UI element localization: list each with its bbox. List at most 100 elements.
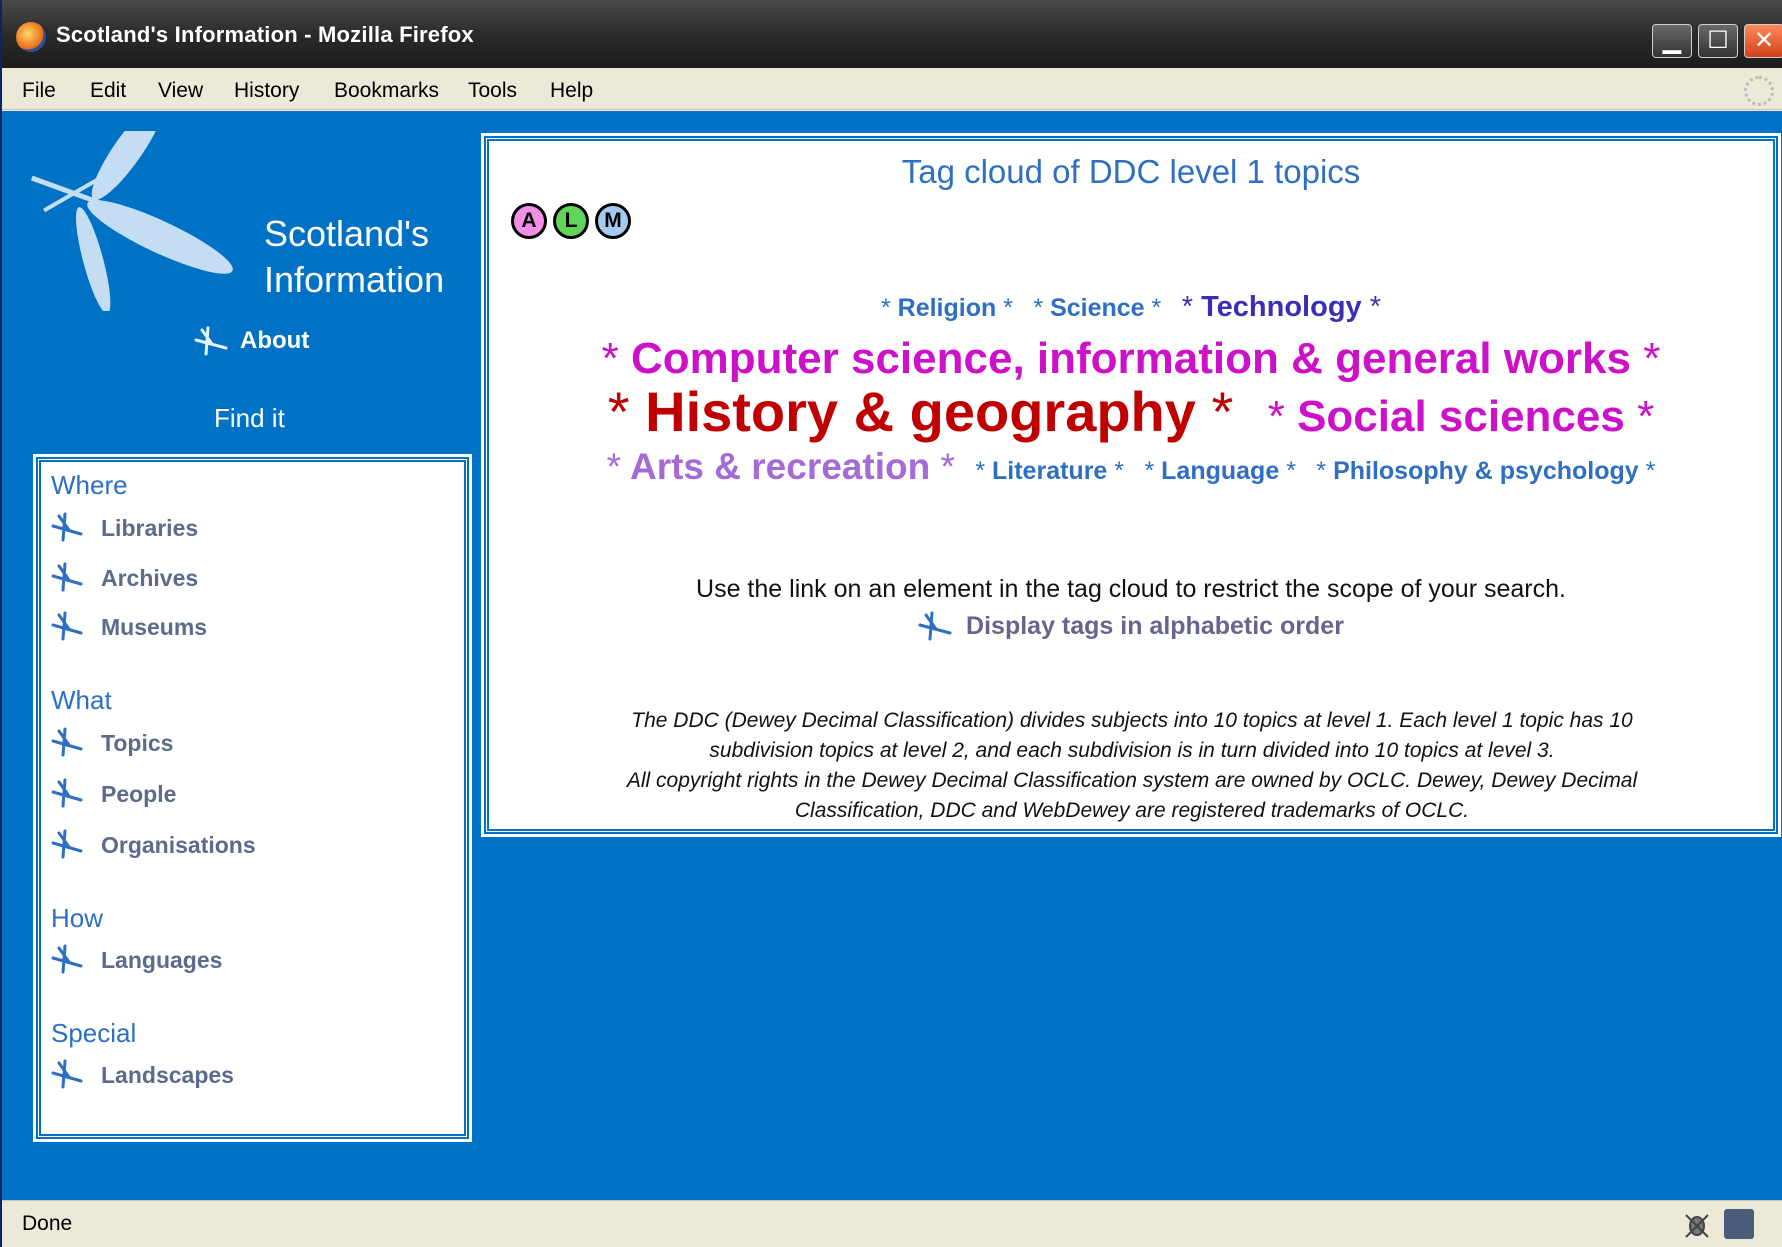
resize-icon[interactable] <box>1724 1209 1754 1239</box>
nav-heading-special: Special <box>51 1018 137 1048</box>
tag-label: Technology <box>1201 291 1362 323</box>
browser-window: Scotland's Information - Mozilla Firefox… <box>0 0 1782 1247</box>
dragonfly-icon <box>51 778 83 808</box>
sidebar-item-label: Libraries <box>101 515 199 541</box>
tag-star: * <box>1369 291 1382 323</box>
search-scope-hint: Use the link on an element in the tag cl… <box>696 575 1566 603</box>
page-title: Tag cloud of DDC level 1 topics <box>901 153 1361 190</box>
tag-religion[interactable]: * Religion * <box>881 294 1013 323</box>
tag-star: * <box>1181 291 1194 323</box>
tag-star: * <box>1643 334 1661 383</box>
ddc-footnote-line: All copyright rights in the Dewey Decima… <box>626 769 1638 792</box>
nav-heading-where: Where <box>51 470 128 500</box>
sidebar-item-label: Topics <box>101 730 174 756</box>
maximize-button[interactable]: ☐ <box>1698 24 1738 58</box>
tag-cloud-row: * Computer science, information & genera… <box>489 334 1773 384</box>
nav-heading-what: What <box>51 685 112 715</box>
find-it-heading: Find it <box>214 403 285 433</box>
dragonfly-icon <box>194 326 228 356</box>
tag-star: * <box>1286 457 1296 485</box>
tag-star: * <box>1211 380 1234 443</box>
letter-button-a[interactable]: A <box>511 203 547 239</box>
sidebar-nav: Where Libraries Archives Museums What To… <box>33 454 472 1142</box>
tag-philosophy-psychology[interactable]: * Philosophy & psychology * <box>1316 457 1655 486</box>
tag-science[interactable]: * Science * <box>1033 294 1161 323</box>
alphabetic-order-label: Display tags in alphabetic order <box>966 611 1344 640</box>
tag-star: * <box>1316 457 1327 485</box>
menu-history[interactable]: History <box>234 79 299 103</box>
menu-bookmarks[interactable]: Bookmarks <box>334 79 439 103</box>
dragonfly-icon <box>51 944 83 974</box>
tag-technology[interactable]: * Technology * <box>1182 291 1381 324</box>
minimize-button[interactable]: ▁ <box>1652 24 1692 58</box>
tag-label: History & geography <box>645 380 1196 443</box>
tag-star: * <box>1151 294 1162 322</box>
menu-help[interactable]: Help <box>550 79 593 103</box>
site-title-line1: Scotland's <box>264 213 429 254</box>
dragonfly-icon <box>51 1059 83 1089</box>
menu-tools[interactable]: Tools <box>468 79 517 103</box>
tag-label: Philosophy & psychology <box>1333 457 1639 485</box>
menu-view[interactable]: View <box>158 79 203 103</box>
ddc-footnote-line: Classification, DDC and WebDewey are reg… <box>794 799 1470 822</box>
firefox-logo-icon <box>16 22 46 52</box>
ddc-footnote: The DDC (Dewey Decimal Classification) d… <box>529 706 1735 826</box>
tag-social-sciences[interactable]: * Social sciences * <box>1268 392 1654 442</box>
tag-computer-science[interactable]: * Computer science, information & genera… <box>602 334 1661 384</box>
site-title[interactable]: Scotland's Information <box>264 211 444 303</box>
tag-label: Religion <box>897 294 997 322</box>
letter-button-m[interactable]: M <box>595 203 631 239</box>
tag-label: Literature <box>992 457 1108 485</box>
nav-heading-how: How <box>51 903 104 933</box>
close-button[interactable]: ✕ <box>1744 24 1782 58</box>
alphabetic-order-link[interactable]: Display tags in alphabetic order <box>489 611 1773 641</box>
sidebar-item-archives[interactable]: Archives <box>51 562 198 592</box>
sidebar-item-languages[interactable]: Languages <box>51 944 222 974</box>
status-text: Done <box>22 1212 73 1235</box>
tag-arts-recreation[interactable]: * Arts & recreation * <box>607 446 955 488</box>
menu-edit[interactable]: Edit <box>90 79 126 103</box>
sidebar-item-libraries[interactable]: Libraries <box>51 512 198 542</box>
about-label: About <box>240 327 310 354</box>
tag-star: * <box>1114 457 1125 485</box>
window-title: Scotland's Information - Mozilla Firefox <box>56 22 474 47</box>
tag-history-geography[interactable]: * History & geography * <box>608 379 1233 444</box>
sidebar-item-organisations[interactable]: Organisations <box>51 829 256 859</box>
tag-label: Computer science, information & general … <box>630 334 1631 383</box>
tag-star: * <box>940 446 955 487</box>
about-link[interactable]: About <box>194 326 309 356</box>
tag-language[interactable]: * Language * <box>1144 457 1295 486</box>
firebug-icon[interactable] <box>1682 1209 1712 1239</box>
dragonfly-icon <box>51 727 83 757</box>
tag-label: Science <box>1050 294 1145 322</box>
tag-star: * <box>1033 294 1044 322</box>
dragonfly-icon <box>51 562 83 592</box>
status-bar: Done <box>2 1200 1782 1247</box>
tag-label: Language <box>1161 457 1280 485</box>
dragonfly-icon <box>51 512 83 542</box>
tag-star: * <box>1645 457 1656 485</box>
tag-literature[interactable]: * Literature * <box>975 457 1124 486</box>
menu-file[interactable]: File <box>22 79 56 103</box>
tag-cloud-row: * History & geography * * Social science… <box>489 379 1773 444</box>
title-bar: Scotland's Information - Mozilla Firefox… <box>2 0 1782 68</box>
sidebar-item-museums[interactable]: Museums <box>51 611 207 641</box>
tag-star: * <box>880 294 891 322</box>
sidebar-item-topics[interactable]: Topics <box>51 727 173 757</box>
sidebar-item-landscapes[interactable]: Landscapes <box>51 1059 234 1089</box>
tag-cloud-row: * Religion * * Science * * Technology * <box>489 291 1773 324</box>
letter-button-l[interactable]: L <box>553 203 589 239</box>
tag-label: Arts & recreation <box>629 446 931 487</box>
page-content: Scotland's Information About Find it Whe… <box>2 111 1782 1200</box>
dragonfly-icon <box>51 611 83 641</box>
sidebar-item-label: Archives <box>101 565 199 591</box>
sidebar-item-label: Languages <box>101 947 223 973</box>
tag-star: * <box>1637 392 1655 441</box>
dragonfly-icon <box>51 829 83 859</box>
tag-star: * <box>1267 392 1285 441</box>
sidebar-item-people[interactable]: People <box>51 778 176 808</box>
ddc-footnote-line: The DDC (Dewey Decimal Classification) d… <box>631 709 1633 732</box>
dragonfly-icon <box>918 611 952 641</box>
tag-label: Social sciences <box>1297 392 1625 441</box>
loading-throbber-icon <box>1744 76 1774 106</box>
